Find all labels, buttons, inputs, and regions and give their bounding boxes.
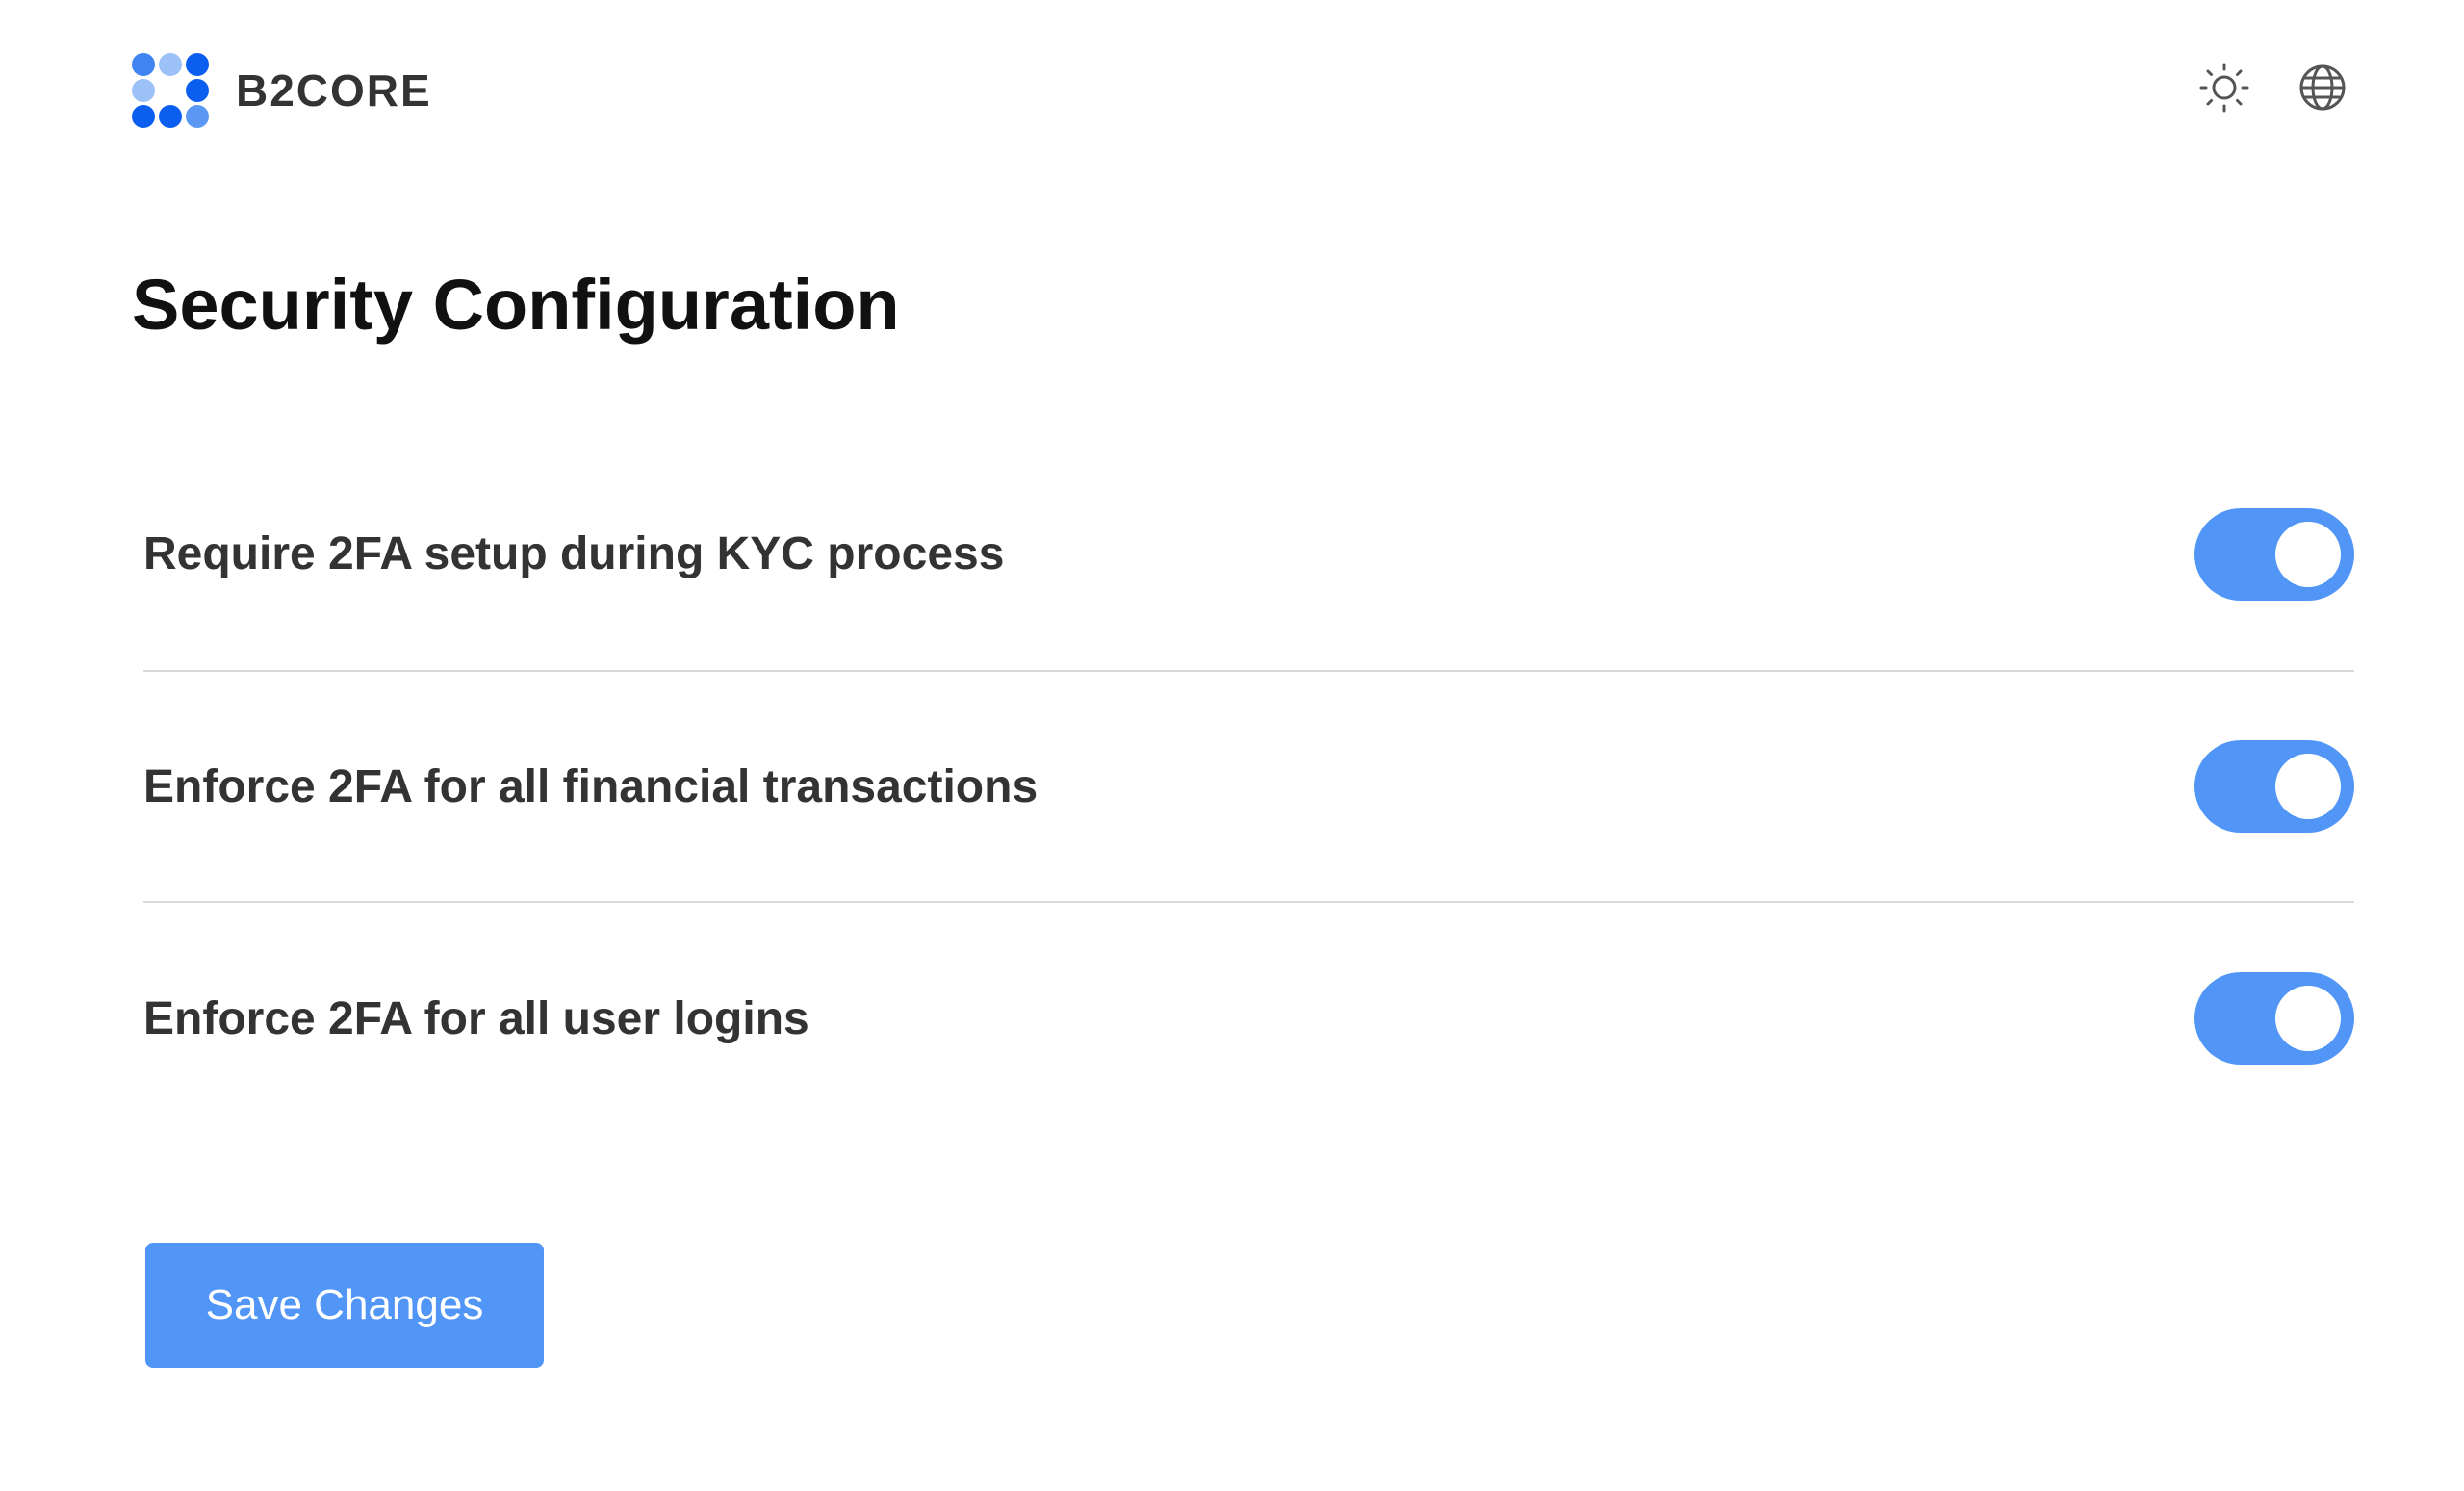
toggle-knob (2275, 521, 2341, 587)
setting-label: Enforce 2FA for all financial transactio… (143, 760, 1039, 812)
setting-label: Enforce 2FA for all user logins (143, 992, 809, 1044)
page-title: Security Configuration (132, 265, 900, 345)
brand-logo[interactable]: B2CORE (132, 53, 432, 128)
settings-list: Require 2FA setup during KYC process Enf… (143, 438, 2354, 1134)
login-2fa-toggle[interactable] (2194, 972, 2354, 1065)
globe-icon (2299, 64, 2346, 111)
sun-icon (2199, 63, 2249, 113)
setting-row-login-2fa: Enforce 2FA for all user logins (143, 903, 2354, 1134)
kyc-2fa-toggle[interactable] (2194, 507, 2354, 601)
brand-name: B2CORE (236, 65, 432, 116)
setting-label: Require 2FA setup during KYC process (143, 528, 1005, 579)
setting-row-kyc-2fa: Require 2FA setup during KYC process (143, 438, 2354, 672)
toggle-knob (2275, 754, 2341, 819)
language-button[interactable] (2297, 62, 2348, 114)
setting-row-financial-2fa: Enforce 2FA for all financial transactio… (143, 672, 2354, 903)
top-bar: B2CORE (0, 0, 2464, 183)
theme-toggle-button[interactable] (2198, 62, 2250, 114)
save-changes-button[interactable]: Save Changes (145, 1243, 544, 1368)
toggle-knob (2275, 986, 2341, 1051)
logo-mark-icon (132, 53, 209, 128)
financial-2fa-toggle[interactable] (2194, 740, 2354, 833)
